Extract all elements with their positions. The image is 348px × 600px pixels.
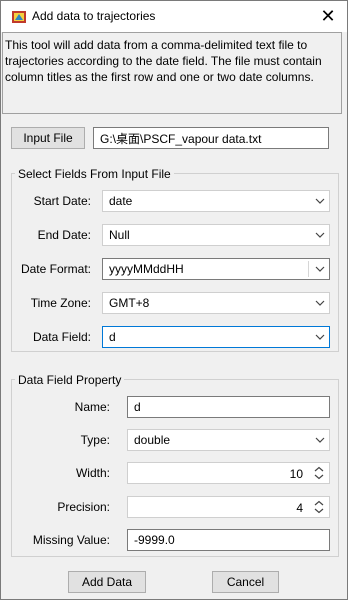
window-title: Add data to trajectories (32, 9, 156, 23)
name-input[interactable]: d (127, 396, 330, 418)
type-combo[interactable]: double (127, 429, 330, 451)
precision-spinner[interactable]: 4 (127, 496, 330, 518)
combo-divider (308, 261, 309, 277)
chevron-down-icon (315, 198, 325, 204)
precision-label: Precision: (57, 500, 110, 514)
chevron-down-icon (315, 334, 325, 340)
time-zone-combo[interactable]: GMT+8 (102, 292, 330, 314)
data-field-label: Data Field: (32, 330, 91, 344)
start-date-combo[interactable]: date (102, 190, 330, 212)
width-value: 10 (289, 467, 303, 481)
close-button[interactable]: ✕ (309, 1, 347, 32)
precision-value: 4 (296, 501, 303, 515)
add-data-button[interactable]: Add Data (68, 571, 146, 593)
start-date-value: date (109, 194, 133, 208)
missing-value-label: Missing Value: (32, 533, 110, 547)
data-field-property-title: Data Field Property (15, 373, 125, 387)
cancel-button[interactable]: Cancel (212, 571, 279, 593)
time-zone-value: GMT+8 (109, 296, 150, 310)
type-label: Type: (80, 433, 110, 447)
input-file-button[interactable]: Input File (11, 127, 85, 149)
close-icon: ✕ (320, 6, 336, 26)
date-format-value: yyyyMMddHH (109, 262, 184, 276)
end-date-label: End Date: (37, 228, 91, 242)
type-value: double (134, 433, 171, 447)
spinner-arrows-icon[interactable] (311, 499, 327, 515)
input-file-path-field[interactable]: G:\桌面\PSCF_vapour data.txt (93, 127, 329, 149)
date-format-combo[interactable]: yyyyMMddHH (102, 258, 330, 280)
width-spinner[interactable]: 10 (127, 462, 330, 484)
date-format-label: Date Format: (20, 262, 91, 276)
width-label: Width: (75, 466, 110, 480)
spinner-arrows-icon[interactable] (311, 465, 327, 481)
dialog-window: Add data to trajectories ✕ This tool wil… (0, 0, 348, 600)
end-date-value: Null (109, 228, 130, 242)
description-text: This tool will add data from a comma-del… (2, 32, 342, 114)
missing-value-input[interactable]: -9999.0 (127, 529, 330, 551)
end-date-combo[interactable]: Null (102, 224, 330, 246)
chevron-down-icon (315, 266, 325, 272)
name-label: Name: (74, 400, 110, 414)
app-icon (12, 11, 26, 23)
chevron-down-icon (315, 437, 325, 443)
title-bar: Add data to trajectories ✕ (1, 1, 347, 32)
data-field-combo[interactable]: d (102, 326, 330, 348)
data-field-value: d (109, 330, 116, 344)
start-date-label: Start Date: (33, 194, 91, 208)
select-fields-title: Select Fields From Input File (15, 167, 174, 181)
time-zone-label: Time Zone: (30, 296, 91, 310)
chevron-down-icon (315, 232, 325, 238)
chevron-down-icon (315, 300, 325, 306)
